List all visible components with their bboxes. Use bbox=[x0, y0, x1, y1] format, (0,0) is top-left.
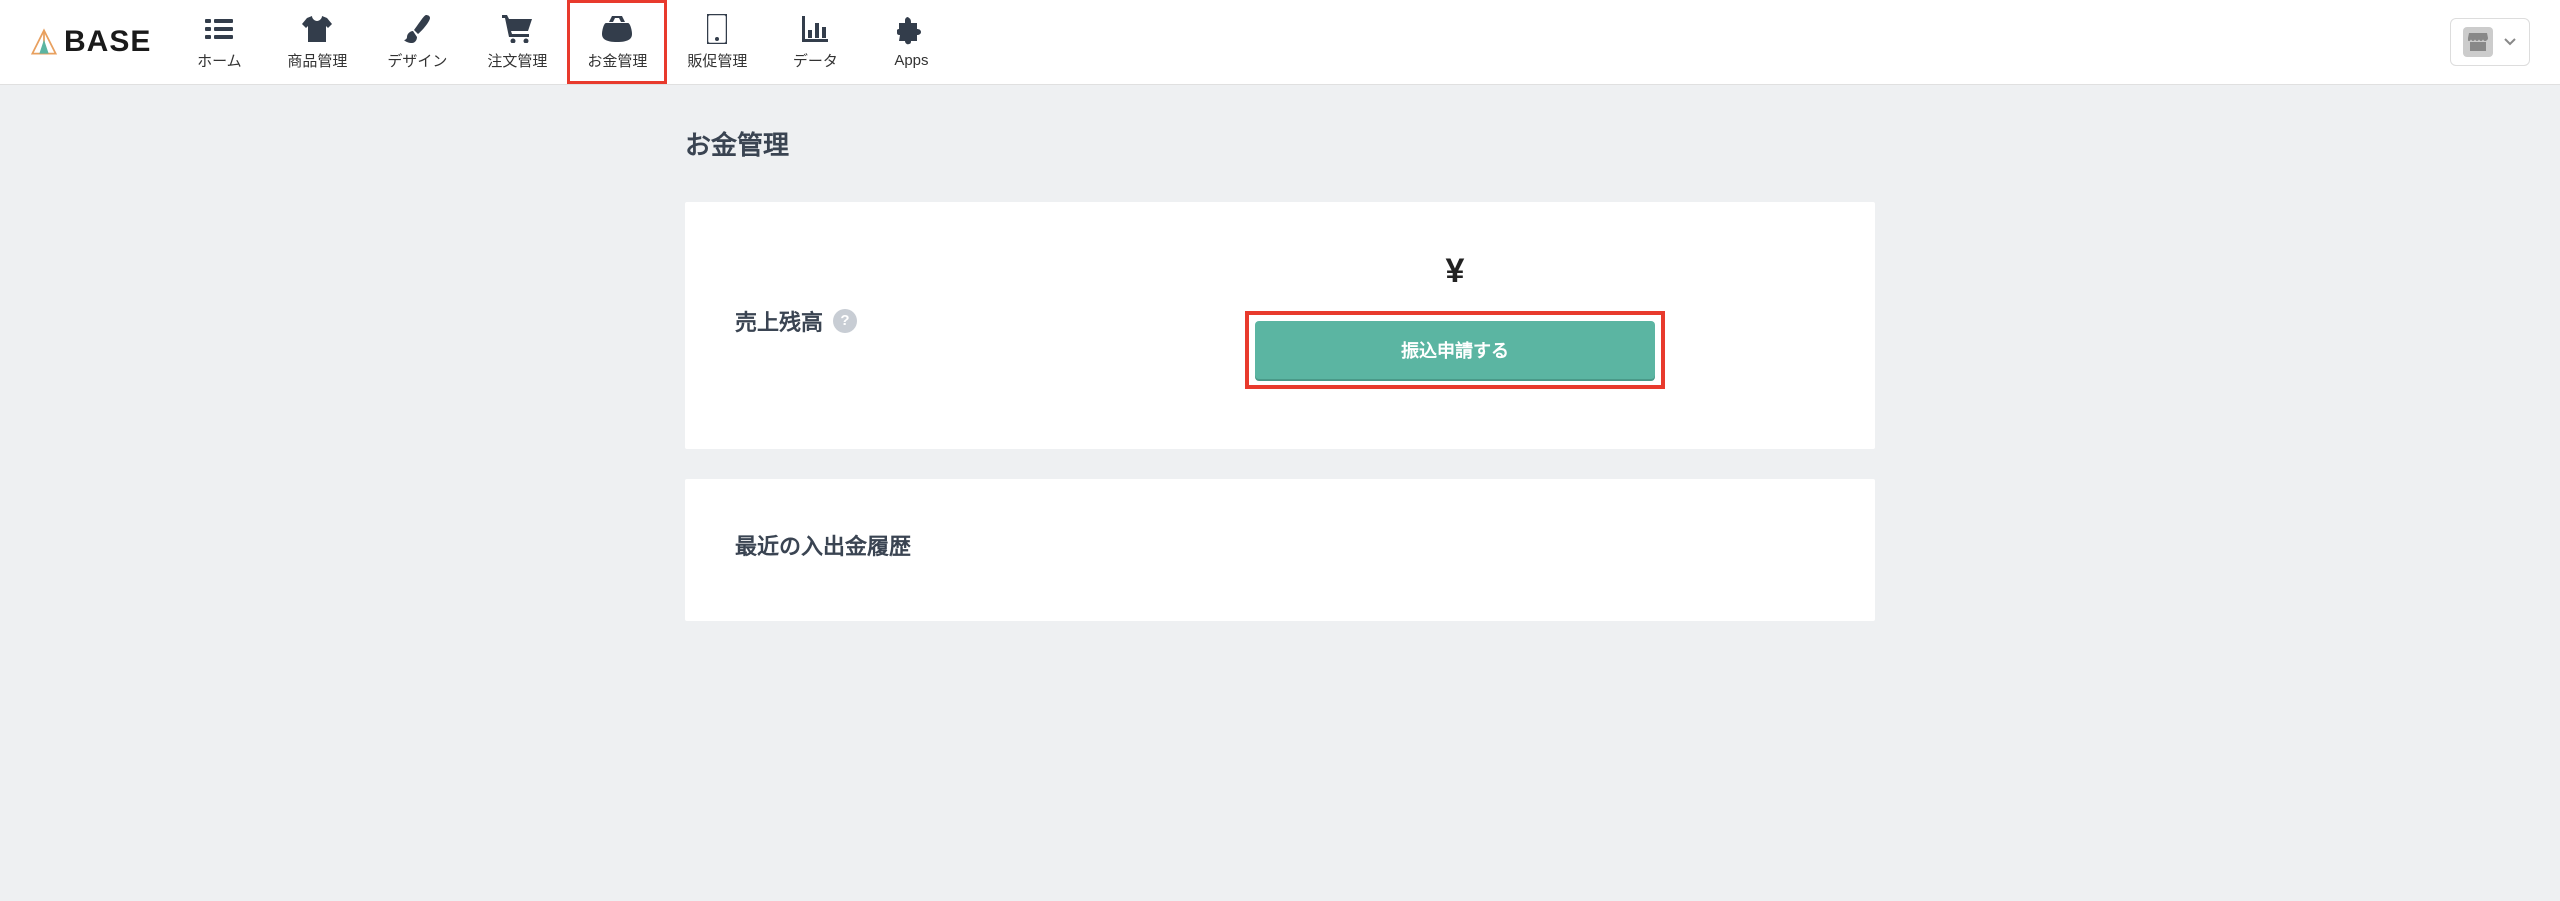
nav-money[interactable]: お金管理 bbox=[567, 0, 667, 84]
brush-icon bbox=[402, 14, 432, 44]
store-icon bbox=[2463, 27, 2493, 57]
main-nav: ホーム 商品管理 デザイン bbox=[171, 0, 959, 84]
nav-label: お金管理 bbox=[587, 50, 647, 71]
nav-apps[interactable]: Apps bbox=[863, 0, 959, 84]
nav-data[interactable]: データ bbox=[767, 0, 863, 84]
tent-icon bbox=[30, 28, 58, 56]
logo-text: BASE bbox=[64, 25, 151, 59]
nav-label: 販促管理 bbox=[687, 50, 747, 71]
balance-row: 売上残高 ? ¥ 振込申請する bbox=[735, 252, 1825, 389]
transfer-highlight-box: 振込申請する bbox=[1245, 311, 1665, 389]
user-menu-dropdown[interactable] bbox=[2450, 18, 2530, 66]
top-navbar: BASE ホーム 商品管理 bbox=[0, 0, 2560, 85]
nav-orders[interactable]: 注文管理 bbox=[467, 0, 567, 84]
page-title: お金管理 bbox=[685, 125, 1875, 162]
nav-label: ホーム bbox=[197, 50, 242, 71]
balance-label-wrap: 売上残高 ? bbox=[735, 305, 1085, 337]
nav-label: 注文管理 bbox=[487, 50, 547, 71]
history-title: 最近の入出金履歴 bbox=[735, 529, 1825, 561]
list-icon bbox=[204, 14, 234, 44]
phone-icon bbox=[702, 14, 732, 44]
nav-label: Apps bbox=[894, 52, 928, 69]
balance-card: 売上残高 ? ¥ 振込申請する bbox=[685, 202, 1875, 449]
help-icon[interactable]: ? bbox=[833, 309, 857, 333]
purse-icon bbox=[602, 14, 632, 44]
nav-home[interactable]: ホーム bbox=[171, 0, 267, 84]
transfer-request-button[interactable]: 振込申請する bbox=[1255, 321, 1655, 379]
nav-label: デザイン bbox=[387, 50, 447, 71]
puzzle-icon bbox=[896, 16, 926, 46]
cart-icon bbox=[502, 14, 532, 44]
history-card: 最近の入出金履歴 bbox=[685, 479, 1875, 621]
header-right bbox=[2450, 18, 2530, 66]
chevron-down-icon bbox=[2503, 37, 2517, 47]
page-content: お金管理 売上残高 ? ¥ 振込申請する 最近の入出金履歴 bbox=[655, 85, 1905, 691]
nav-label: 商品管理 bbox=[287, 50, 347, 71]
logo[interactable]: BASE bbox=[30, 25, 151, 59]
nav-design[interactable]: デザイン bbox=[367, 0, 467, 84]
nav-promotion[interactable]: 販促管理 bbox=[667, 0, 767, 84]
balance-action: ¥ 振込申請する bbox=[1085, 252, 1825, 389]
nav-label: データ bbox=[793, 50, 838, 71]
balance-label: 売上残高 bbox=[735, 305, 823, 337]
chart-icon bbox=[800, 14, 830, 44]
shirt-icon bbox=[302, 14, 332, 44]
balance-amount: ¥ bbox=[1446, 252, 1465, 291]
nav-products[interactable]: 商品管理 bbox=[267, 0, 367, 84]
